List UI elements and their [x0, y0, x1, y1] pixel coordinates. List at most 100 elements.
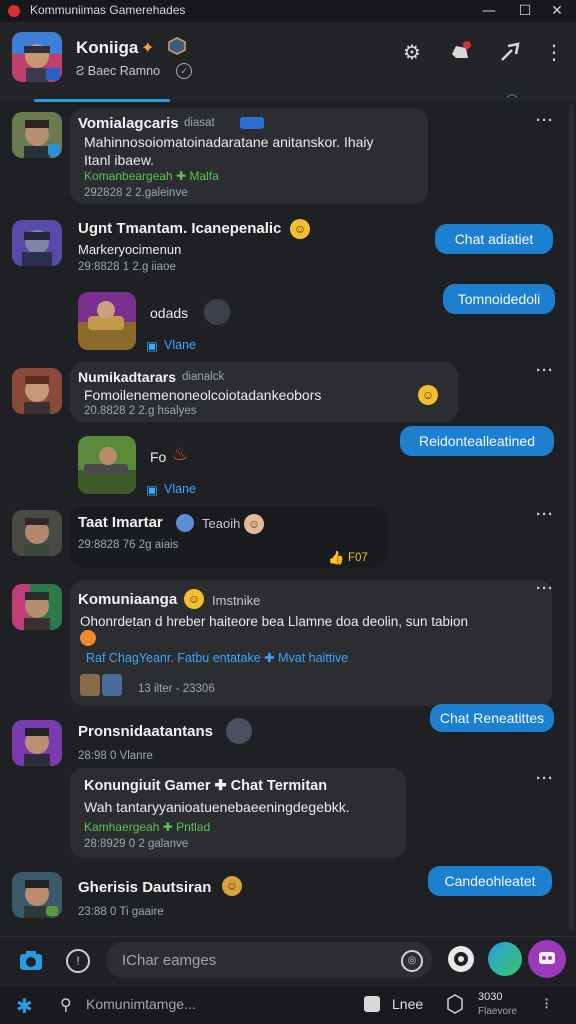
sender-name: Ugnt Tmantam. Icanepenalic	[78, 220, 282, 237]
chat-header	[0, 22, 576, 102]
outgoing-message[interactable]: Chat Reneatittes	[430, 704, 554, 732]
timestamp: 28:8929 0 2 galanve	[84, 838, 189, 850]
message-options-icon[interactable]: ···	[536, 112, 554, 129]
media-gallery-icon[interactable]	[488, 942, 522, 976]
sender-name: Komuniaanga	[78, 591, 178, 608]
more-icon[interactable]: ⁝	[544, 994, 549, 1014]
message-input-placeholder: IChar eamges	[122, 952, 217, 969]
avatar[interactable]	[12, 368, 62, 414]
sender-name: Numikadtarars	[78, 369, 177, 385]
media-caption: Fo	[150, 449, 167, 465]
close-button[interactable]: ✕	[546, 2, 568, 20]
message-text: Markeryocimenun	[78, 242, 182, 257]
voice-chat-icon[interactable]	[528, 940, 566, 978]
message-text: Itanl ibaew.	[84, 152, 155, 168]
app-icon	[8, 5, 20, 17]
emoji-icon: ☺	[184, 589, 204, 609]
media-thumbnail[interactable]	[78, 292, 136, 350]
timestamp: 29:8828 1 2.g iiaoe	[78, 261, 176, 273]
emoji-icon: ☺	[290, 219, 310, 239]
sticker-icon[interactable]: ◎	[401, 950, 423, 972]
media-label: Vlane	[164, 482, 196, 496]
outgoing-message[interactable]: Chat adiatiet	[435, 224, 553, 254]
share-icon[interactable]	[498, 40, 522, 64]
message-tags: Raf ChagYeanr. Fatbu entatake ✚ Mvat hai…	[86, 651, 349, 665]
verified-icon	[176, 514, 194, 532]
sender-name: Pronsnidaatantans	[78, 723, 214, 740]
image-thumbnails[interactable]	[80, 674, 124, 696]
window-title: Kommuniimas Gamerehades	[30, 3, 186, 17]
count-sublabel: Flaevore	[478, 1006, 517, 1017]
outgoing-message[interactable]: Tomnoidedoli	[443, 284, 555, 314]
emoji-icon: ☺	[418, 385, 438, 405]
message-tags: Komanbeargeah ✚ Malfa	[84, 169, 219, 183]
cube-icon[interactable]	[446, 994, 464, 1014]
camera-icon[interactable]	[18, 948, 44, 972]
timestamp: 28:98 0 Vlanre	[78, 750, 153, 762]
avatar[interactable]	[12, 220, 62, 266]
count-label: 3030	[478, 991, 503, 1003]
game-badge-icon	[166, 35, 188, 57]
timestamp: 23:88 0 Ti gaaire	[78, 906, 164, 918]
status-icon: ✓	[176, 63, 192, 79]
reaction-count: F07	[348, 552, 368, 564]
sender-tag: Teaoih	[202, 516, 241, 531]
emoji-icon: ☺	[244, 514, 264, 534]
message-options-icon[interactable]: ···	[536, 362, 554, 379]
outgoing-message[interactable]: Reidontealleatined	[400, 426, 554, 456]
app-logo-icon[interactable]: ✱	[16, 994, 33, 1019]
document-icon[interactable]	[364, 996, 380, 1012]
fire-icon: ♨	[172, 444, 189, 464]
timestamp: 292828 2 2.galeinve	[84, 187, 188, 199]
avatar[interactable]	[12, 510, 62, 556]
search-label[interactable]: Komunimtamge...	[86, 996, 196, 1012]
avatar[interactable]	[12, 112, 62, 158]
timestamp: 13 ilter - 23306	[138, 683, 215, 695]
sender-tag: diasat	[184, 117, 215, 129]
chevron-up-icon[interactable]: ︿	[506, 84, 518, 101]
media-label: Vlane	[164, 338, 196, 352]
avatar[interactable]	[12, 720, 62, 766]
chat-title: Koniiga	[76, 38, 139, 57]
sender-name: Gherisis Dautsiran	[78, 879, 212, 896]
timestamp: 20.8828 2 2.g hsalyes	[84, 405, 197, 417]
sender-name: Taat Imartar	[78, 514, 163, 531]
media-icon: ▣	[146, 339, 158, 353]
sender-name: Vomialagcaris	[78, 115, 179, 132]
emoji-icon	[80, 630, 96, 646]
info-icon[interactable]: !	[66, 949, 90, 973]
notification-icon[interactable]	[448, 40, 472, 64]
group-avatar[interactable]	[12, 32, 62, 82]
emoji-icon: ☺	[222, 876, 242, 896]
star-icon: ✦	[141, 40, 155, 57]
message-text: Ohonrdetan d hreber haiteore bea Llamne …	[80, 614, 469, 629]
minimize-button[interactable]: —	[478, 2, 500, 20]
scrollbar[interactable]	[569, 104, 574, 930]
media-thumbnail[interactable]	[78, 436, 136, 494]
message-text: Mahinnosoiomatoinadaratane anitanskor. I…	[84, 134, 374, 150]
sender-tag: Imstnike	[212, 593, 261, 608]
message-options-icon[interactable]: ···	[536, 580, 554, 597]
message-text: Fomoilenemenoneolcoiotadankeobors	[84, 387, 322, 403]
avatar[interactable]	[12, 872, 62, 918]
thumbs-up-icon[interactable]: 👍	[328, 550, 344, 566]
sender-name: Konungiuit Gamer ✚ Chat Termitan	[84, 778, 328, 794]
search-icon[interactable]: ⚲	[60, 995, 72, 1014]
timestamp: 29:8828 76 2g aiais	[78, 539, 179, 551]
lnee-label[interactable]: Lnee	[392, 996, 423, 1012]
reaction-icon[interactable]	[204, 299, 230, 325]
media-caption: odads	[150, 305, 189, 321]
outgoing-message[interactable]: Candeohleatet	[428, 866, 552, 896]
more-icon[interactable]: ⋮	[542, 40, 566, 64]
maximize-button[interactable]: ☐	[514, 2, 536, 20]
avatar[interactable]	[12, 584, 62, 630]
gear-icon[interactable]: ⚙	[400, 40, 424, 64]
window-titlebar: Kommuniimas Gamerehades — ☐ ✕	[0, 0, 576, 22]
message-options-icon[interactable]: ···	[536, 770, 554, 787]
media-icon: ▣	[146, 483, 158, 497]
sender-tag: dianalck	[182, 371, 225, 383]
message-tags: Kamhaergeah ✚ Pntlad	[84, 820, 211, 834]
reaction-icon[interactable]	[226, 718, 252, 744]
game-icon[interactable]	[448, 946, 474, 972]
message-options-icon[interactable]: ···	[536, 506, 554, 523]
